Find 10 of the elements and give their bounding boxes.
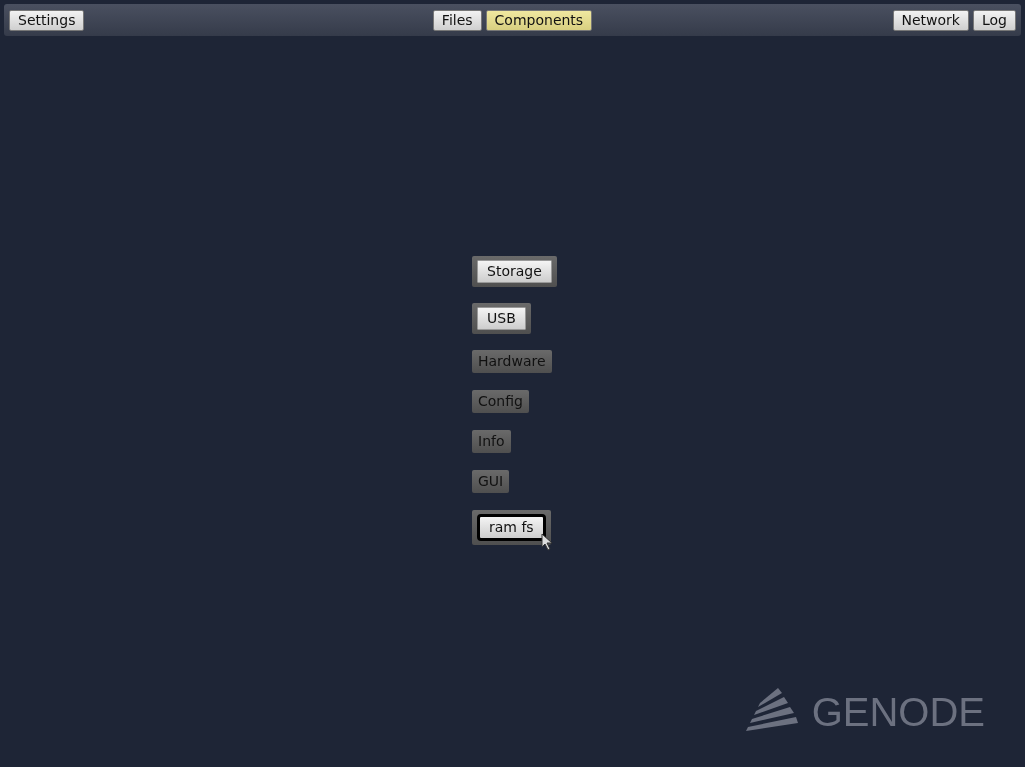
mouse-pointer-icon [540,533,555,551]
menu-item[interactable]: USB [477,307,526,330]
settings-button[interactable]: Settings [9,9,85,31]
top-bar-button[interactable]: Network [892,9,969,31]
tab[interactable]: Files [432,9,482,31]
menu-item[interactable]: ram fs [477,514,546,541]
menu-item[interactable]: Storage [477,260,552,283]
logo-text: GENODE [811,689,985,735]
tab[interactable]: Components [485,9,593,31]
top-bar-button[interactable]: Log [973,9,1016,31]
